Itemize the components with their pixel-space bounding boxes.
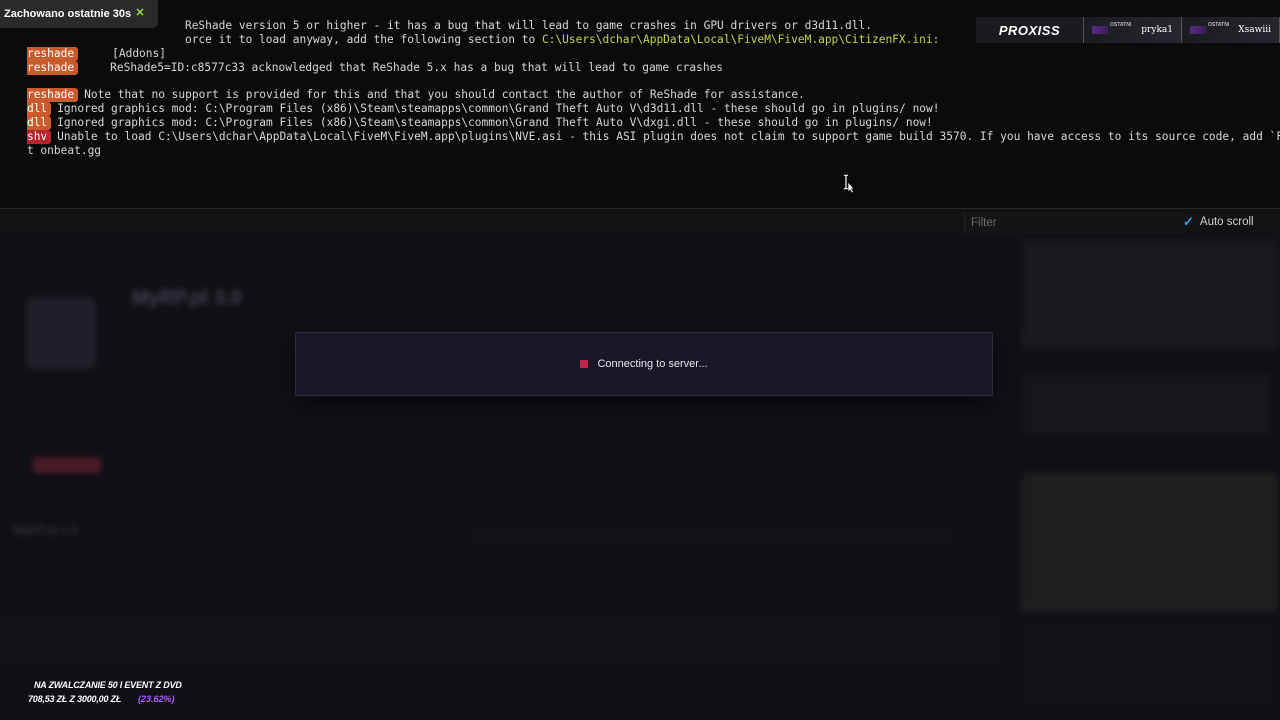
overlay-user-name: Xsawiii xyxy=(1238,25,1271,35)
log-line: ReShade version 5 or higher - it has a b… xyxy=(184,19,872,32)
log-line: reshade [Addons] xyxy=(26,47,166,61)
overlay-recent-user: OSTATNI pryka1 xyxy=(1084,17,1182,43)
overlay-bar-icon xyxy=(1092,26,1108,34)
log-line: t onbeat.gg xyxy=(26,144,102,157)
log-line: reshade Note that no support is provided … xyxy=(26,88,805,102)
server-info xyxy=(1022,625,1272,705)
log-tag: reshade xyxy=(26,61,79,75)
server-icons-row xyxy=(470,525,950,545)
filter-input[interactable] xyxy=(964,212,1185,234)
donation-amount: 708,53 ZŁ Z 3000,00 ZŁ xyxy=(28,694,122,704)
save-notification: Zachowano ostatnie 30s ✕ xyxy=(0,0,158,28)
server-title: MyRP.pl 3.0 xyxy=(132,287,242,309)
path-highlight: C:\Users\dchar\AppData\Local\FiveM\FiveM… xyxy=(541,33,940,46)
log-line: dll Ignored graphics mod: C:\Program File… xyxy=(26,116,933,130)
connecting-modal: Connecting to server... xyxy=(295,332,993,396)
close-icon[interactable]: ✕ xyxy=(132,5,148,21)
server-banner xyxy=(1022,239,1278,349)
stream-overlay-recent: PROXISS OSTATNI pryka1 OSTATNI Xsawiii xyxy=(976,17,1280,43)
resource-row xyxy=(0,615,1000,665)
loading-spinner-icon xyxy=(580,360,589,368)
overlay-user-name: pryka1 xyxy=(1141,25,1173,35)
background-server-page: MyRP.pl 3.0 MyRP.pl 3.0 xyxy=(0,235,1280,720)
donation-title: NA ZWALCZANIE 50 I EVENT Z DVD xyxy=(34,680,182,690)
overlay-recent-user: OSTATNI Xsawiii xyxy=(1182,17,1280,43)
text-cursor-icon xyxy=(843,174,855,194)
checkmark-icon: ✓ xyxy=(1183,214,1194,229)
overlay-bar-icon xyxy=(1190,26,1206,34)
donation-percent: (23.62%) xyxy=(138,694,175,704)
autoscroll-toggle[interactable]: ✓ Auto scroll xyxy=(1183,213,1254,231)
server-name: MyRP.pl 3.0 xyxy=(14,523,78,537)
log-line: dll Ignored graphics mod: C:\Program File… xyxy=(26,102,940,116)
server-image xyxy=(1022,473,1278,613)
connecting-message: Connecting to server... xyxy=(597,358,708,370)
autoscroll-label: Auto scroll xyxy=(1199,216,1254,228)
overlay-brand: PROXISS xyxy=(976,17,1084,43)
play-button xyxy=(33,457,101,473)
server-description xyxy=(1022,375,1272,435)
server-logo xyxy=(26,297,96,369)
console-filter-bar: ✓ Auto scroll xyxy=(0,208,1280,236)
log-line: shv Unable to load C:\Users\dchar\AppData… xyxy=(26,130,1280,144)
notification-text: Zachowano ostatnie 30s xyxy=(4,8,132,20)
donation-goal-overlay: NA ZWALCZANIE 50 I EVENT Z DVD 708,53 ZŁ… xyxy=(12,678,184,714)
log-line: orce it to load anyway, add the followin… xyxy=(184,33,940,46)
log-line: reshade ReShade5=ID:c8577c33 acknowledged… xyxy=(26,61,724,75)
overlay-user-label: OSTATNI xyxy=(1208,22,1230,28)
overlay-user-label: OSTATNI xyxy=(1110,22,1132,28)
